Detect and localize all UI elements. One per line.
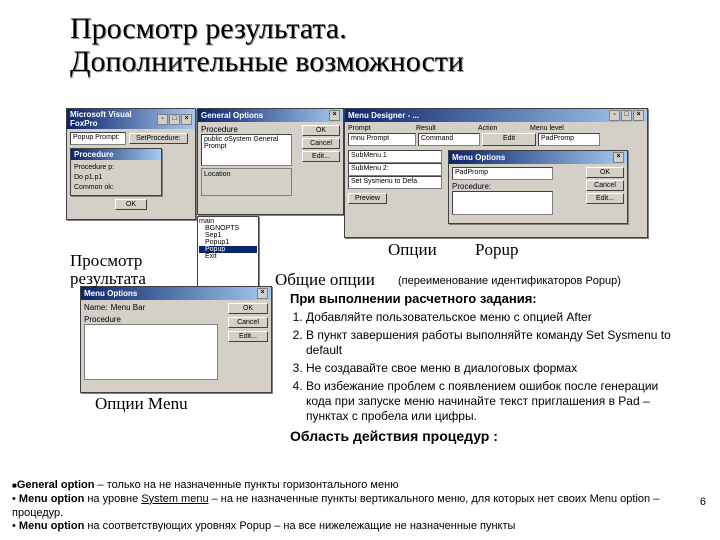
edit-button[interactable]: Edit... bbox=[228, 331, 268, 342]
col-prompt: Prompt bbox=[348, 125, 414, 132]
step-item: В пункт завершения работы выполняйте ком… bbox=[306, 328, 678, 358]
row-action-button[interactable]: Edit bbox=[482, 133, 536, 146]
col-result: Result bbox=[416, 125, 476, 132]
menu-designer-window: Menu Designer - ... - □ × Prompt Result … bbox=[344, 108, 648, 238]
col-action: Action bbox=[478, 125, 528, 132]
heading-scope: Область действия процедур : bbox=[290, 428, 498, 446]
procedure-label: Procedure bbox=[84, 315, 224, 324]
cancel-button[interactable]: Cancel bbox=[302, 138, 340, 149]
row-level[interactable]: PadPromp bbox=[538, 133, 600, 146]
submenu-item[interactable]: SubMenu 2: bbox=[348, 163, 442, 176]
popup-rename-note: (переименование идентификаторов Popup) bbox=[398, 275, 621, 289]
menu-options-subwindow: Menu Options × PadPromp Procedure: OK Ca… bbox=[448, 150, 628, 224]
step-item: Во избежание проблем с появлением ошибок… bbox=[306, 379, 678, 424]
ok-button[interactable]: OK bbox=[115, 199, 147, 210]
cancel-button[interactable]: Cancel bbox=[586, 180, 624, 191]
setprocedure-button[interactable]: SetProcedure: bbox=[129, 133, 188, 144]
mopt-proc-label: Procedure: bbox=[452, 182, 583, 191]
name-value: Menu Bar bbox=[111, 303, 146, 312]
label-popup: Popup bbox=[475, 240, 518, 260]
submenu-item[interactable]: SubMenu 1 bbox=[348, 150, 442, 163]
general-options-title: General Options bbox=[201, 111, 263, 120]
menu-options-title: Menu Options bbox=[84, 289, 137, 298]
menu-options-titlebar: Menu Options × bbox=[81, 287, 271, 300]
procedure-label: Procedure bbox=[201, 125, 299, 134]
label-general-options: Общие опции bbox=[275, 270, 375, 290]
page-number: 6 bbox=[700, 496, 706, 508]
vfp-title: Microsoft Visual FoxPro bbox=[70, 110, 157, 128]
steps-list: Добавляйте пользовательское меню с опцие… bbox=[278, 310, 678, 424]
name-label: Name: bbox=[84, 303, 108, 312]
location-group: Location bbox=[201, 168, 292, 196]
menu-options-window: Menu Options × Name: Menu Bar Procedure … bbox=[80, 286, 272, 393]
step-item: Добавляйте пользовательское меню с опцие… bbox=[306, 310, 678, 325]
title-line-1: Просмотр результата. bbox=[70, 12, 347, 45]
proc-line: Do p1.p1 bbox=[74, 173, 158, 183]
procedure-list[interactable] bbox=[84, 324, 218, 380]
close-icon[interactable]: × bbox=[181, 114, 192, 125]
row-prompt[interactable]: mnu Prompt bbox=[348, 133, 416, 146]
ok-button[interactable]: OK bbox=[586, 167, 624, 178]
maximize-icon[interactable]: □ bbox=[621, 110, 632, 121]
menu-options-titlebar: Menu Options × bbox=[449, 151, 627, 164]
menu-designer-title: Menu Designer - ... bbox=[348, 111, 419, 120]
procedure-titlebar: Procedure bbox=[71, 149, 161, 160]
proc-line: Common ok: bbox=[74, 183, 158, 193]
edit-button[interactable]: Edit... bbox=[302, 151, 340, 162]
tree-item[interactable]: BGNOPTS bbox=[199, 225, 257, 232]
tree-item-selected[interactable]: Popup bbox=[199, 246, 257, 253]
vfp-titlebar: Microsoft Visual FoxPro - □ × bbox=[67, 109, 195, 129]
procedure-textarea[interactable]: public oSystem General Prompt bbox=[201, 134, 292, 166]
tree-item[interactable]: main bbox=[199, 218, 257, 225]
step-item: Не создавайте свое меню в диалоговых фор… bbox=[306, 361, 678, 376]
ok-button[interactable]: OK bbox=[302, 125, 340, 136]
label-options-menu: Опции Menu bbox=[95, 394, 188, 414]
mopt-proc-field[interactable] bbox=[452, 191, 553, 215]
tree-item[interactable]: Popup1 bbox=[199, 239, 257, 246]
proc-line: Procedure p: bbox=[74, 163, 158, 173]
minimize-icon[interactable]: - bbox=[157, 114, 168, 125]
close-icon[interactable]: × bbox=[633, 110, 644, 121]
col-menulevel: Menu level bbox=[530, 125, 590, 132]
close-icon[interactable]: × bbox=[257, 288, 268, 299]
mopt-name[interactable]: PadPromp bbox=[452, 167, 553, 180]
ok-button[interactable]: OK bbox=[228, 303, 268, 314]
close-icon[interactable]: × bbox=[613, 152, 624, 163]
footer-notes: ■General option – только на не назначенн… bbox=[12, 479, 708, 534]
slide-title: Просмотр результата. Дополнительные возм… bbox=[70, 12, 464, 78]
title-line-2: Дополнительные возможности bbox=[70, 45, 464, 78]
menu-designer-titlebar: Menu Designer - ... - □ × bbox=[345, 109, 647, 122]
row-result[interactable]: Command bbox=[418, 133, 480, 146]
maximize-icon[interactable]: □ bbox=[169, 114, 180, 125]
label-view-result: Просмотр результата bbox=[70, 252, 170, 288]
cancel-button[interactable]: Cancel bbox=[228, 317, 268, 328]
prompt-label: Popup Prompt: bbox=[70, 132, 126, 145]
minimize-icon[interactable]: - bbox=[609, 110, 620, 121]
label-options: Опции bbox=[388, 240, 437, 260]
general-options-titlebar: General Options × bbox=[198, 109, 343, 122]
vfp-window: Microsoft Visual FoxPro - □ × Popup Prom… bbox=[66, 108, 196, 220]
general-options-window: General Options × Procedure public oSyst… bbox=[197, 108, 344, 215]
close-icon[interactable]: × bbox=[329, 110, 340, 121]
tree-item[interactable]: Sep1 bbox=[199, 232, 257, 239]
preview-button[interactable]: Preview bbox=[348, 193, 387, 204]
edit-button[interactable]: Edit... bbox=[586, 193, 624, 204]
tree-item[interactable]: Exit bbox=[199, 253, 257, 260]
submenu-item[interactable]: Set Sysmenu to Defa bbox=[348, 176, 442, 189]
heading-execution: При выполнении расчетного задания: bbox=[290, 291, 537, 307]
